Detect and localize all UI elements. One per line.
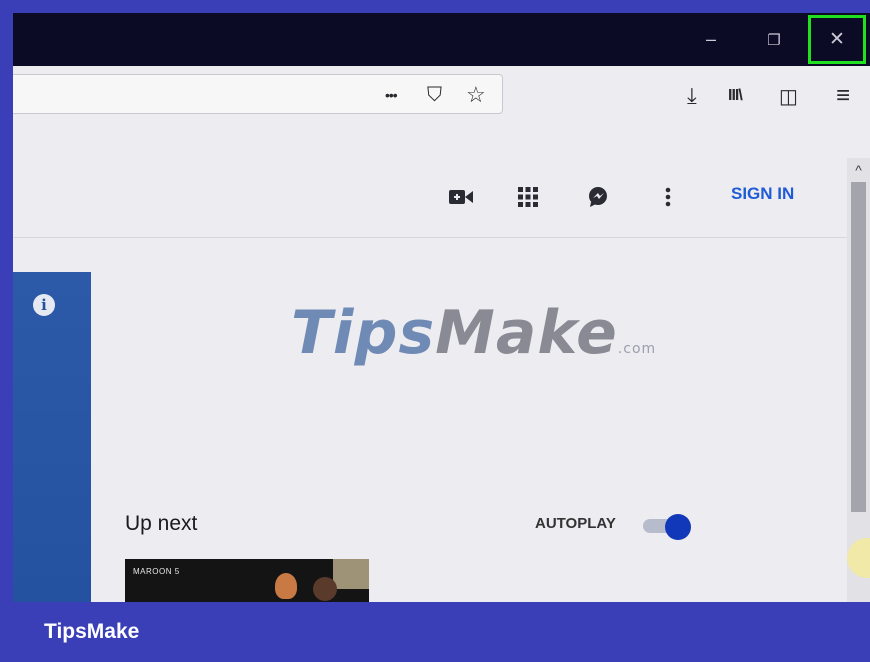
watermark: TipsMake.com: [291, 298, 656, 368]
toggle-knob: [665, 514, 691, 540]
browser-toolbar: ••• ⛉ ☆ ⤓ III\ ◫ ≡: [13, 66, 870, 126]
video-player[interactable]: i: [13, 272, 91, 602]
watermark-part-com: .com: [617, 341, 657, 357]
pocket-icon[interactable]: ⛉: [427, 65, 442, 125]
up-next-heading: Up next: [125, 512, 198, 535]
footer-brand-text: TipsMake: [44, 620, 140, 643]
autoplay-label: AUTOPLAY: [535, 515, 616, 532]
downloads-icon[interactable]: ⤓: [687, 66, 697, 126]
watermark-part-tips: Tips: [291, 298, 436, 368]
footer-banner: TipsMake: [0, 602, 870, 662]
close-icon: ✕: [829, 29, 845, 50]
thumbnail-text: MAROON 5: [133, 567, 180, 576]
thumbnail-light: [333, 559, 369, 589]
hamburger-menu-icon[interactable]: ≡: [836, 66, 850, 126]
window-title-bar: – ❐ ✕: [13, 13, 870, 66]
page-actions-icon[interactable]: •••: [385, 65, 398, 125]
info-icon[interactable]: i: [33, 294, 55, 316]
web-page: SIGN IN i TipsMake.com Up next AUTOPLAY …: [13, 158, 847, 602]
more-options-icon[interactable]: [653, 182, 683, 212]
sign-in-button[interactable]: SIGN IN: [731, 184, 794, 204]
create-video-icon[interactable]: [446, 182, 476, 212]
library-icon[interactable]: III\: [728, 66, 743, 126]
restore-window-button[interactable]: ❐: [748, 13, 800, 66]
address-bar[interactable]: ••• ⛉ ☆: [13, 74, 503, 114]
page-scrollbar[interactable]: ^: [847, 158, 870, 602]
site-header: SIGN IN: [13, 158, 847, 238]
sidebar-toggle-icon[interactable]: ◫: [779, 66, 798, 126]
scroll-up-icon[interactable]: ^: [847, 158, 870, 182]
minimize-window-button[interactable]: –: [685, 13, 737, 66]
bookmark-star-icon[interactable]: ☆: [466, 65, 486, 125]
minimize-icon: –: [705, 29, 716, 49]
video-thumbnail[interactable]: MAROON 5: [125, 559, 369, 602]
close-window-button[interactable]: ✕: [808, 15, 866, 64]
apps-grid-icon[interactable]: [513, 182, 543, 212]
watermark-part-make: Make: [435, 298, 618, 368]
restore-icon: ❐: [767, 31, 781, 49]
messages-icon[interactable]: [583, 182, 613, 212]
scrollbar-thumb[interactable]: [851, 182, 866, 512]
bookmarks-bar: [13, 126, 870, 159]
autoplay-toggle[interactable]: [643, 514, 695, 540]
thumbnail-person-2: [313, 577, 337, 601]
thumbnail-person-1: [275, 573, 297, 599]
floating-highlight: [847, 538, 870, 578]
